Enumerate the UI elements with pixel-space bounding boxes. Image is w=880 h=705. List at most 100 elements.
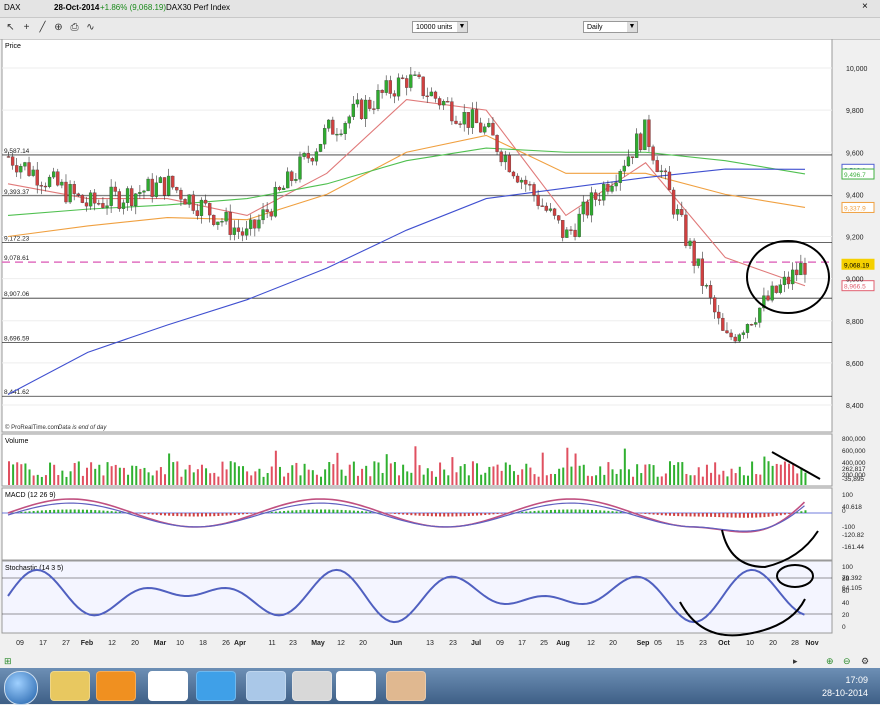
candle-body bbox=[606, 184, 609, 191]
volume-bar bbox=[402, 465, 404, 485]
macd-histogram-bar bbox=[714, 513, 716, 517]
candle-body bbox=[791, 270, 794, 284]
macd-histogram-bar bbox=[768, 513, 770, 517]
outlook-taskbar-icon[interactable] bbox=[96, 671, 136, 701]
candle-body bbox=[660, 171, 663, 172]
stochastic-axis-label: 20 bbox=[842, 612, 850, 619]
pointer-icon[interactable]: ↖ bbox=[4, 21, 17, 34]
candle-body bbox=[212, 215, 215, 225]
macd-histogram-bar bbox=[575, 510, 577, 513]
candle-body bbox=[643, 120, 646, 150]
candle-body bbox=[479, 123, 482, 132]
candle-body bbox=[167, 176, 170, 195]
candle-body bbox=[364, 100, 367, 119]
candle-body bbox=[422, 77, 425, 96]
time-axis-label: 23 bbox=[699, 640, 707, 647]
indicator-icon[interactable]: ∿ bbox=[84, 21, 97, 34]
crosshair-icon[interactable]: + bbox=[20, 21, 33, 34]
macd-histogram-bar bbox=[193, 513, 195, 516]
volume-bar bbox=[731, 469, 733, 485]
volume-bar bbox=[562, 468, 564, 485]
candle-body bbox=[582, 202, 585, 214]
volume-bar bbox=[673, 465, 675, 485]
instrument-label[interactable]: DAX bbox=[4, 3, 20, 12]
volume-bar bbox=[357, 476, 359, 485]
explorer-taskbar-icon[interactable] bbox=[50, 671, 90, 701]
volume-bar bbox=[599, 466, 601, 485]
candle-body bbox=[159, 177, 162, 182]
volume-bar bbox=[419, 465, 421, 485]
macd-histogram-bar bbox=[529, 511, 531, 513]
macd-histogram-bar bbox=[718, 513, 720, 517]
macd-histogram-bar bbox=[673, 513, 675, 516]
volume-bar bbox=[299, 475, 301, 485]
candle-body bbox=[331, 120, 334, 134]
candle-body bbox=[713, 298, 716, 312]
macd-histogram-bar bbox=[423, 513, 425, 516]
macd-histogram-bar bbox=[65, 510, 67, 513]
period-select[interactable]: Daily▼ bbox=[583, 21, 638, 33]
chart-app-taskbar-icon[interactable] bbox=[292, 671, 332, 701]
volume-bar bbox=[156, 471, 158, 485]
time-axis-label: 26 bbox=[222, 640, 230, 647]
candle-body bbox=[754, 322, 757, 324]
macd-histogram-bar bbox=[275, 512, 277, 513]
volume-bar bbox=[189, 465, 191, 485]
volume-bar bbox=[312, 470, 314, 485]
candle-body bbox=[590, 193, 593, 216]
time-axis-label: 10 bbox=[746, 640, 754, 647]
chart-area[interactable]: Price Volume MACD (12 26 9) Stochastic (… bbox=[0, 39, 880, 668]
zoom-out-icon[interactable]: ⊖ bbox=[843, 656, 851, 666]
time-axis-label: Mar bbox=[154, 640, 167, 647]
blank-taskbar-icon[interactable] bbox=[148, 671, 188, 701]
volume-bar bbox=[443, 470, 445, 485]
units-select[interactable]: 10000 units▼ bbox=[412, 21, 468, 33]
macd-histogram-bar bbox=[677, 513, 679, 516]
time-axis-label: 18 bbox=[199, 640, 207, 647]
macd-histogram-bar bbox=[735, 513, 737, 518]
macd-histogram-bar bbox=[394, 513, 396, 514]
macd-histogram-bar bbox=[221, 513, 223, 516]
volume-bar bbox=[603, 475, 605, 485]
volume-bar bbox=[221, 462, 223, 485]
candle-body bbox=[253, 220, 256, 228]
browser-taskbar-icon[interactable] bbox=[196, 671, 236, 701]
scroll-right-icon[interactable]: ▸ bbox=[793, 656, 798, 666]
macd-histogram-bar bbox=[706, 513, 708, 517]
print-icon[interactable]: ⎙ bbox=[68, 21, 81, 34]
network-taskbar-icon[interactable] bbox=[246, 671, 286, 701]
candle-body bbox=[56, 172, 59, 186]
candle-body bbox=[639, 134, 642, 150]
price-axis-label: 8,800 bbox=[846, 319, 864, 326]
start-button[interactable] bbox=[4, 671, 38, 705]
candle-body bbox=[77, 194, 80, 195]
volume-bar bbox=[139, 469, 141, 485]
macd-histogram-bar bbox=[472, 513, 474, 516]
paint-taskbar-icon[interactable] bbox=[386, 671, 426, 701]
volume-bar bbox=[304, 464, 306, 485]
volume-bar bbox=[8, 461, 10, 485]
settings-icon[interactable]: ⚙ bbox=[861, 656, 869, 666]
trendline-icon[interactable]: ╱ bbox=[36, 21, 49, 34]
volume-bar bbox=[763, 457, 765, 485]
candle-body bbox=[200, 200, 203, 216]
volume-bar bbox=[394, 462, 396, 485]
candle-body bbox=[500, 152, 503, 162]
zoom-icon[interactable]: ⊕ bbox=[52, 21, 65, 34]
zoom-in-icon[interactable]: ⊕ bbox=[826, 656, 834, 666]
macd-histogram-bar bbox=[476, 513, 478, 516]
volume-bar bbox=[217, 477, 219, 485]
volume-bar bbox=[258, 469, 260, 485]
macd-histogram-bar bbox=[238, 513, 240, 515]
time-axis-label: Aug bbox=[556, 640, 570, 647]
candle-body bbox=[426, 96, 429, 97]
candle-body bbox=[114, 187, 117, 191]
macd-histogram-bar bbox=[644, 513, 646, 514]
candle-body bbox=[446, 101, 449, 102]
candle-body bbox=[64, 182, 67, 202]
add-indicator-icon[interactable]: ⊞ bbox=[4, 656, 12, 666]
candle-body bbox=[286, 172, 289, 188]
close-icon[interactable]: × bbox=[862, 1, 868, 12]
blank-taskbar-icon-2[interactable] bbox=[336, 671, 376, 701]
volume-bar bbox=[135, 466, 137, 485]
